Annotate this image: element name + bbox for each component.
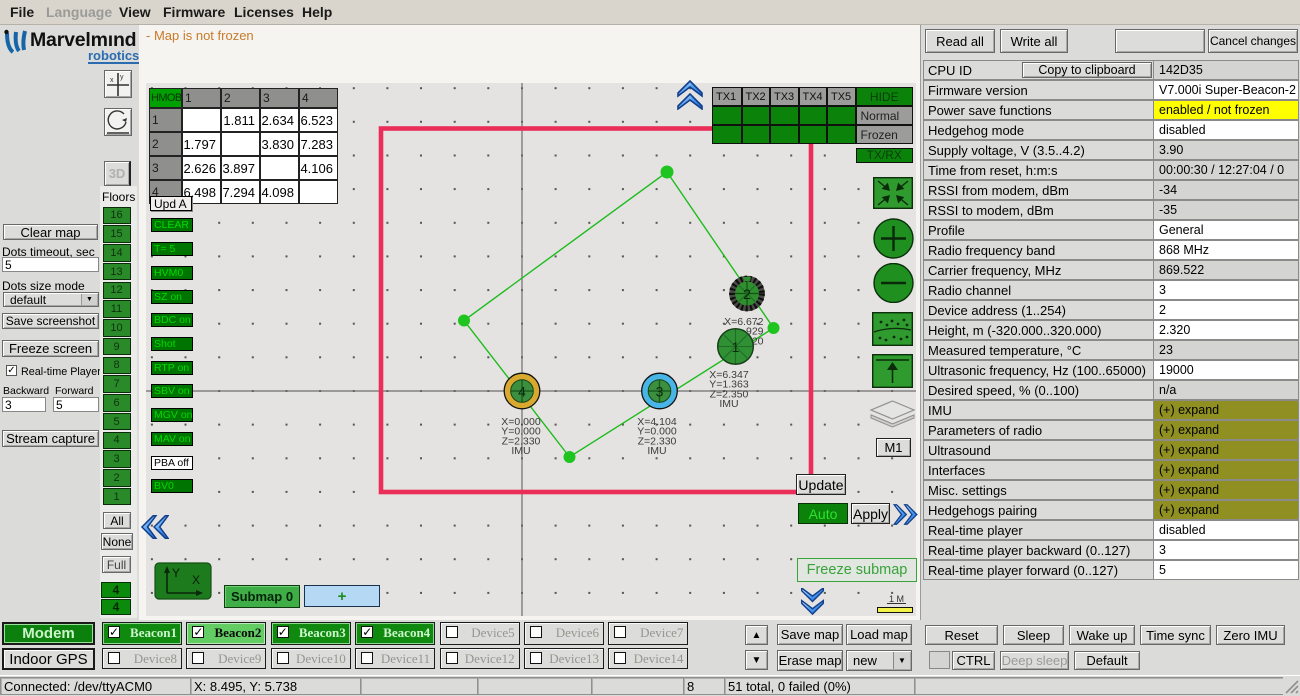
svg-text:Y: Y	[172, 566, 180, 580]
svg-text:1: 1	[732, 339, 740, 355]
svg-text:IMU: IMU	[647, 445, 666, 457]
svg-text:4: 4	[518, 384, 526, 400]
svg-text:2: 2	[743, 286, 751, 302]
svg-text:3: 3	[656, 384, 664, 400]
svg-text:IMU: IMU	[719, 398, 738, 410]
svg-text:IMU: IMU	[511, 445, 530, 457]
svg-text:X: X	[192, 573, 200, 587]
